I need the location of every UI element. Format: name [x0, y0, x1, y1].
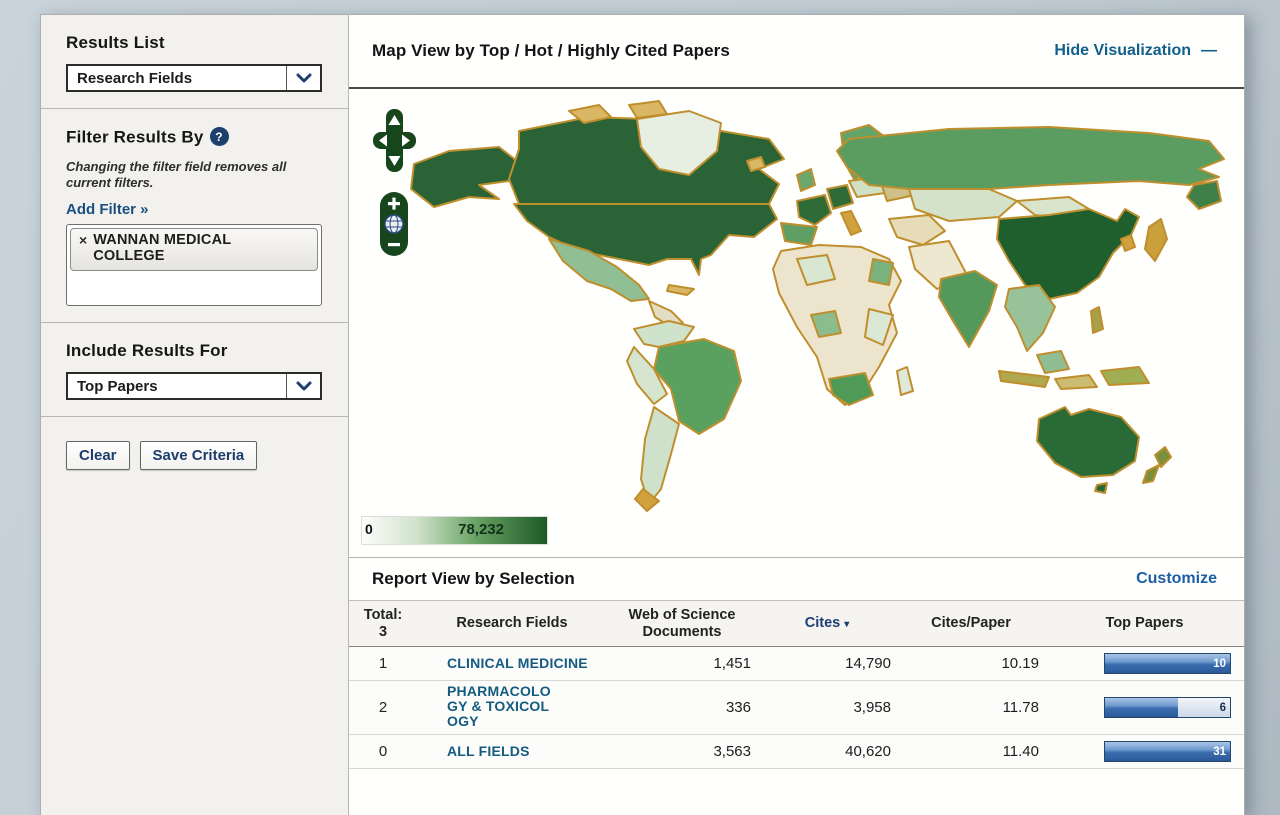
chevron-down-icon [286, 66, 320, 90]
top-papers-value: 10 [1213, 658, 1226, 670]
top-papers-bar-fill [1105, 654, 1230, 673]
report-view-title: Report View by Selection [372, 569, 575, 589]
column-cites-sorted[interactable]: Cites ▾ [757, 611, 897, 636]
top-papers-value: 31 [1213, 746, 1226, 758]
clear-button[interactable]: Clear [66, 441, 130, 470]
add-filter-link[interactable]: Add Filter » [66, 201, 149, 218]
row-cites: 3,958 [757, 699, 897, 716]
map-legend: 0 78,232 [362, 517, 547, 544]
sidebar: Results List Research Fields Filter Resu… [41, 15, 349, 815]
row-cites-per-paper: 11.78 [897, 699, 1045, 716]
row-docs: 336 [607, 699, 757, 716]
row-cites: 14,790 [757, 655, 897, 672]
research-field-link[interactable]: CLINICAL MEDICINE [447, 656, 588, 671]
remove-filter-icon[interactable]: × [79, 233, 87, 248]
row-rank: 2 [349, 699, 417, 716]
filter-section: Filter Results By? Changing the filter f… [41, 109, 348, 323]
filter-chip-label: WANNAN MEDICAL COLLEGE [93, 233, 268, 265]
row-docs: 1,451 [607, 655, 757, 672]
filter-note: Changing the filter field removes all cu… [66, 159, 323, 192]
row-rank: 1 [349, 655, 417, 672]
results-list-title: Results List [66, 33, 323, 53]
sort-desc-icon: ▾ [844, 619, 849, 630]
top-papers-bar: 31 [1104, 741, 1231, 762]
column-top-papers[interactable]: Top Papers [1045, 611, 1244, 636]
row-rank: 0 [349, 743, 417, 760]
hide-visualization-label: Hide Visualization [1054, 42, 1191, 60]
table-row: 1 CLINICAL MEDICINE 1,451 14,790 10.19 1… [349, 647, 1244, 681]
research-field-link[interactable]: ALL FIELDS [447, 744, 530, 759]
row-cites: 40,620 [757, 743, 897, 760]
column-wos-documents[interactable]: Web of Science Documents [607, 603, 757, 644]
app-window: Results List Research Fields Filter Resu… [40, 14, 1245, 815]
actions-section: Clear Save Criteria [41, 417, 348, 486]
results-list-section: Results List Research Fields [41, 15, 348, 109]
results-list-select[interactable]: Research Fields [66, 64, 322, 92]
top-papers-value: 6 [1220, 702, 1226, 714]
cites-label: Cites [805, 615, 840, 631]
column-cites-per-paper[interactable]: Cites/Paper [897, 611, 1045, 636]
include-results-section: Include Results For Top Papers [41, 323, 348, 417]
legend-min: 0 [365, 521, 373, 537]
globe-icon [385, 215, 403, 233]
minimize-icon: — [1201, 42, 1217, 60]
main-content: Map View by Top / Hot / Highly Cited Pap… [349, 15, 1244, 815]
results-list-value: Research Fields [68, 70, 192, 87]
help-icon[interactable]: ? [210, 127, 229, 146]
top-papers-bar: 10 [1104, 653, 1231, 674]
map-view-title: Map View by Top / Hot / Highly Cited Pap… [372, 41, 730, 61]
research-field-link[interactable]: PHARMACOLOGY & TOXICOLOGY [447, 684, 553, 729]
include-results-title: Include Results For [66, 341, 323, 361]
row-cites-per-paper: 11.40 [897, 743, 1045, 760]
filter-title: Filter Results By? [66, 127, 323, 148]
zoom-out-icon [388, 243, 400, 246]
top-papers-bar-fill [1105, 742, 1230, 761]
chevron-down-icon [286, 374, 320, 398]
row-cites-per-paper: 10.19 [897, 655, 1045, 672]
top-papers-bar-fill [1105, 698, 1178, 717]
hide-visualization-link[interactable]: Hide Visualization — [1054, 42, 1217, 60]
world-map[interactable]: 0 78,232 [349, 89, 1244, 557]
table-row: 0 ALL FIELDS 3,563 40,620 11.40 31 [349, 735, 1244, 769]
total-label: Total: [364, 607, 402, 623]
filter-chip[interactable]: × WANNAN MEDICAL COLLEGE [70, 228, 318, 271]
customize-link[interactable]: Customize [1136, 570, 1217, 588]
filter-list-box: × WANNAN MEDICAL COLLEGE [66, 224, 322, 306]
report-table: Total: 3 Research Fields Web of Science … [349, 601, 1244, 815]
include-results-select[interactable]: Top Papers [66, 372, 322, 400]
report-view-header: Report View by Selection Customize [349, 557, 1244, 601]
table-header-row: Total: 3 Research Fields Web of Science … [349, 601, 1244, 647]
filter-title-text: Filter Results By [66, 128, 204, 147]
choropleth-map[interactable] [349, 89, 1244, 557]
map-zoom-control[interactable] [379, 191, 409, 257]
row-docs: 3,563 [607, 743, 757, 760]
column-research-fields[interactable]: Research Fields [417, 611, 607, 636]
table-row: 2 PHARMACOLOGY & TOXICOLOGY 336 3,958 11… [349, 681, 1244, 735]
include-results-value: Top Papers [68, 378, 158, 395]
table-body: 1 CLINICAL MEDICINE 1,451 14,790 10.19 1… [349, 647, 1244, 769]
total-value: 3 [379, 624, 387, 640]
map-pan-control[interactable] [373, 109, 417, 173]
column-total: Total: 3 [349, 603, 417, 644]
top-papers-bar: 6 [1104, 697, 1231, 718]
save-criteria-button[interactable]: Save Criteria [140, 441, 258, 470]
map-view-header: Map View by Top / Hot / Highly Cited Pap… [349, 15, 1244, 89]
legend-max: 78,232 [458, 521, 504, 538]
